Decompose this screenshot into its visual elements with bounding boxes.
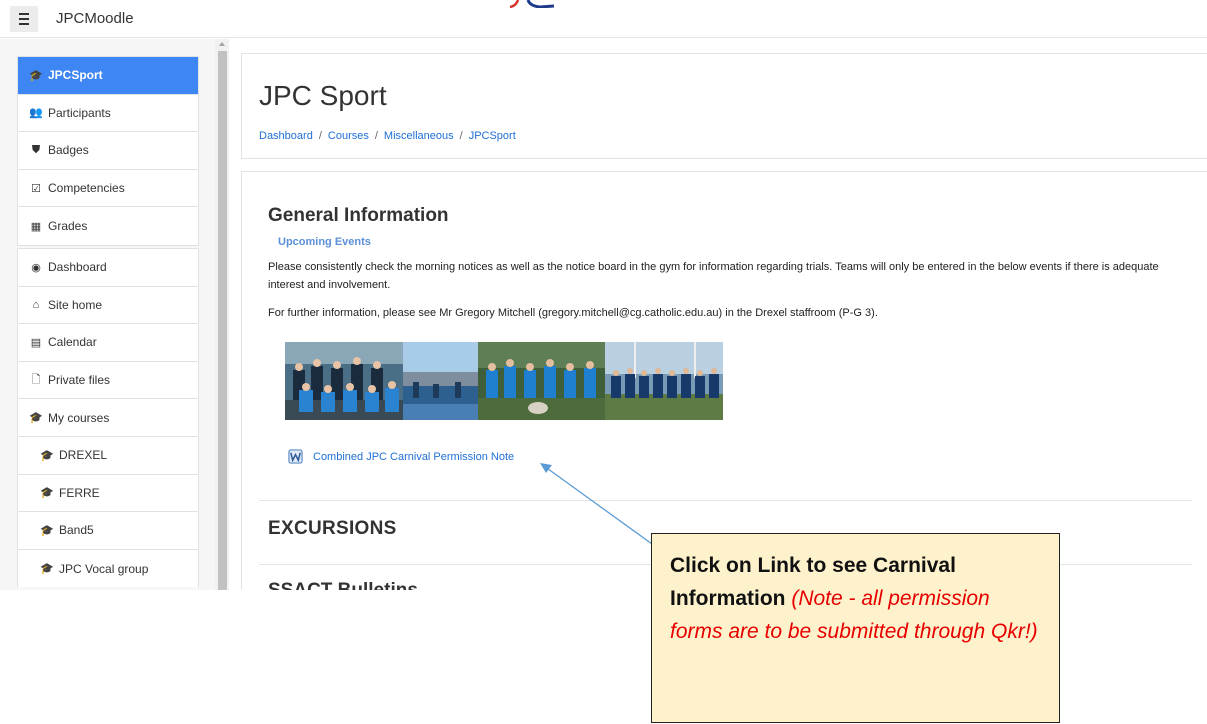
sidebar-item-private-files[interactable]: 🗋 Private files xyxy=(18,362,198,400)
trials-paragraph: Please consistently check the morning no… xyxy=(268,261,1159,291)
team-photo-3 xyxy=(478,342,605,420)
dashboard-icon: ◉ xyxy=(31,261,41,274)
course-content: General Information Upcoming Events Plea… xyxy=(241,171,1207,590)
section-title-excursions: EXCURSIONS xyxy=(268,518,397,539)
breadcrumb-separator: / xyxy=(459,130,463,142)
section-title-ssact-bulletins: SSACT Bulletins xyxy=(268,580,418,590)
graduation-cap-icon: 🎓 xyxy=(40,524,54,537)
sidebar-item-site-home[interactable]: ⌂ Site home xyxy=(18,287,198,325)
graduation-cap-icon: 🎓 xyxy=(40,563,54,576)
sidebar-item-label: Badges xyxy=(48,143,89,158)
graduation-cap-icon: 🎓 xyxy=(29,69,43,82)
page-root: JPCMoodle 🎓 JPCSport 👥 Participants ⛊ Ba… xyxy=(0,0,1207,724)
sidebar-item-label: Calendar xyxy=(48,335,97,350)
graduation-cap-icon: 🎓 xyxy=(29,412,43,425)
breadcrumb-jpcsport[interactable]: JPCSport xyxy=(469,130,516,142)
site-nav-group: ◉ Dashboard ⌂ Site home ▤ Calendar 🗋 Pri… xyxy=(17,248,199,588)
scrollbar-thumb[interactable] xyxy=(218,51,227,590)
site-brand[interactable]: JPCMoodle xyxy=(56,10,134,27)
sidebar-item-calendar[interactable]: ▤ Calendar xyxy=(18,324,198,362)
sidebar-item-band5[interactable]: 🎓 Band5 xyxy=(18,512,198,550)
home-icon: ⌂ xyxy=(32,298,40,311)
sidebar-item-label: Dashboard xyxy=(48,260,107,275)
sidebar-item-label: FERRE xyxy=(59,485,100,500)
sidebar-item-label: JPC Vocal group xyxy=(59,561,149,576)
sidebar-item-label: Grades xyxy=(48,219,88,234)
graduation-cap-icon: 🎓 xyxy=(40,449,54,462)
sidebar-item-dashboard[interactable]: ◉ Dashboard xyxy=(18,249,198,287)
sidebar-item-competencies[interactable]: ☑ Competencies xyxy=(18,170,198,208)
breadcrumb-separator: / xyxy=(374,130,378,142)
breadcrumb: Dashboard / Courses / Miscellaneous / JP… xyxy=(259,130,516,142)
table-icon: ▦ xyxy=(30,220,42,233)
word-document-icon xyxy=(288,449,303,464)
breadcrumb-dashboard[interactable]: Dashboard xyxy=(259,130,313,142)
calendar-icon: ▤ xyxy=(30,336,42,349)
contact-paragraph: For further information, please see Mr G… xyxy=(268,307,878,319)
team-photo-2 xyxy=(403,342,478,420)
shield-icon: ⛊ xyxy=(31,143,41,156)
sidebar-item-label: Competencies xyxy=(48,181,125,196)
section-divider xyxy=(259,500,1192,501)
course-nav-group: 🎓 JPCSport 👥 Participants ⛊ Badges ☑ Com… xyxy=(17,56,199,246)
annotation-callout: Click on Link to see Carnival Informatio… xyxy=(651,533,1060,723)
top-navbar: JPCMoodle xyxy=(0,0,1207,38)
sidebar-item-drexel[interactable]: 🎓 DREXEL xyxy=(18,437,198,475)
menu-toggle-button[interactable] xyxy=(10,6,38,32)
sidebar-item-label: Participants xyxy=(48,105,111,120)
sidebar-item-my-courses[interactable]: 🎓 My courses xyxy=(18,399,198,437)
sidebar-item-participants[interactable]: 👥 Participants xyxy=(18,95,198,133)
breadcrumb-miscellaneous[interactable]: Miscellaneous xyxy=(384,130,454,142)
upcoming-events-label: Upcoming Events xyxy=(278,236,371,248)
users-icon: 👥 xyxy=(29,107,43,120)
sidebar-scrollbar[interactable] xyxy=(215,39,229,590)
sidebar-item-grades[interactable]: ▦ Grades xyxy=(18,207,198,245)
sidebar: 🎓 JPCSport 👥 Participants ⛊ Badges ☑ Com… xyxy=(0,39,229,590)
sidebar-item-label: My courses xyxy=(48,410,110,425)
checkbox-icon: ☑ xyxy=(31,182,41,195)
resource-link-label: Combined JPC Carnival Permission Note xyxy=(313,450,515,463)
sidebar-item-badges[interactable]: ⛊ Badges xyxy=(18,132,198,170)
page-title: JPC Sport xyxy=(259,80,387,111)
section-title-general: General Information xyxy=(268,205,449,226)
sidebar-item-label: JPCSport xyxy=(48,68,103,83)
sidebar-item-jpcsport[interactable]: 🎓 JPCSport xyxy=(18,57,198,95)
sidebar-item-jpc-vocal-group[interactable]: 🎓 JPC Vocal group xyxy=(18,550,198,588)
scroll-up-icon[interactable] xyxy=(219,42,225,46)
breadcrumb-courses[interactable]: Courses xyxy=(328,130,369,142)
team-photo-1 xyxy=(285,342,403,420)
sidebar-item-label: Band5 xyxy=(59,523,94,538)
logo-fragment xyxy=(509,0,555,8)
team-photos-banner xyxy=(285,342,723,420)
page-header: JPC Sport Dashboard / Courses / Miscella… xyxy=(241,53,1207,159)
file-icon: 🗋 xyxy=(31,373,41,386)
sidebar-item-ferre[interactable]: 🎓 FERRE xyxy=(18,475,198,513)
breadcrumb-separator: / xyxy=(318,130,322,142)
sidebar-item-label: Private files xyxy=(48,373,111,388)
resource-link[interactable]: Combined JPC Carnival Permission Note xyxy=(288,449,514,464)
sidebar-item-label: DREXEL xyxy=(59,448,108,463)
graduation-cap-icon: 🎓 xyxy=(40,487,54,500)
annotation-arrow xyxy=(540,463,653,545)
team-photo-4 xyxy=(605,342,723,420)
sidebar-item-label: Site home xyxy=(48,297,103,312)
